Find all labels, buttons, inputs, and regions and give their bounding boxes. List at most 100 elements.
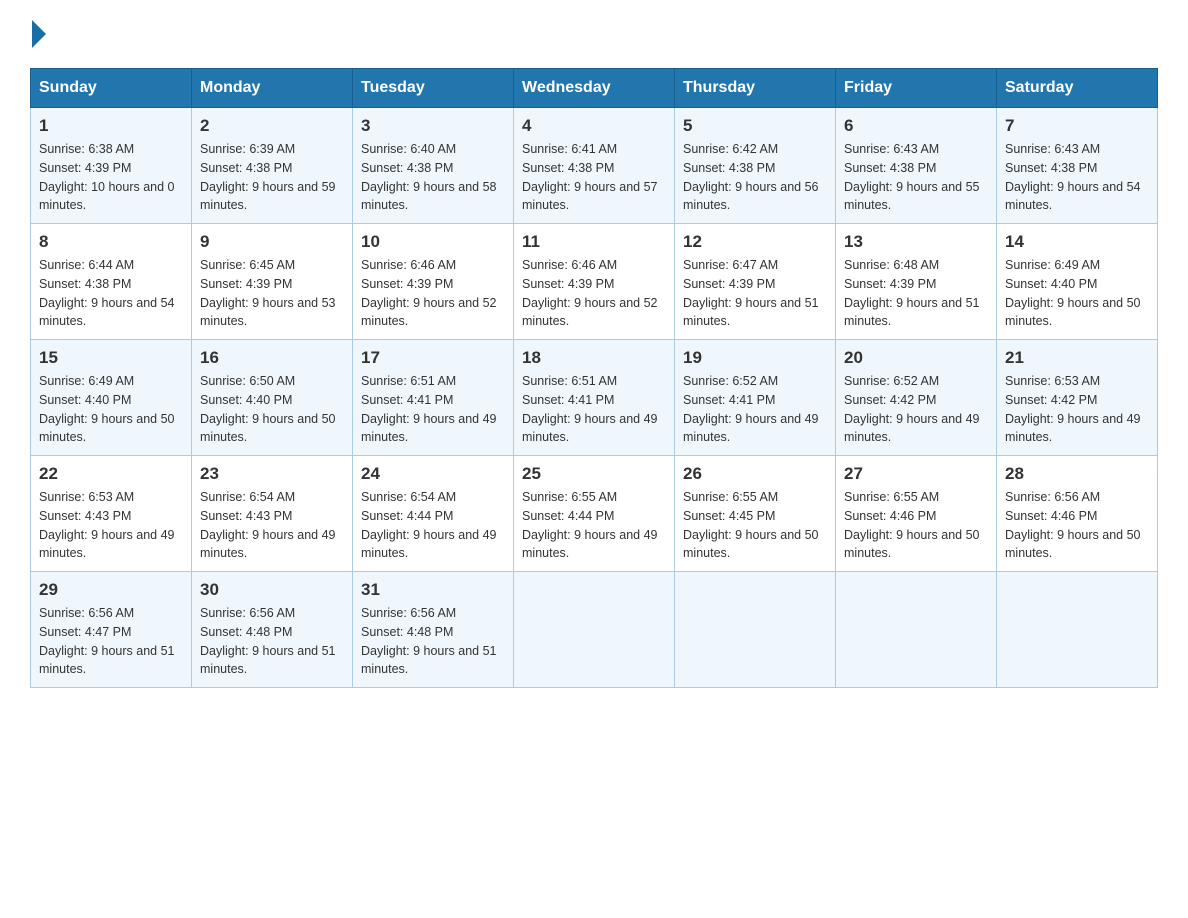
calendar-week-row: 8 Sunrise: 6:44 AM Sunset: 4:38 PM Dayli… [31, 224, 1158, 340]
weekday-header-monday: Monday [192, 69, 353, 108]
calendar-cell: 5 Sunrise: 6:42 AM Sunset: 4:38 PM Dayli… [675, 108, 836, 224]
calendar-cell: 16 Sunrise: 6:50 AM Sunset: 4:40 PM Dayl… [192, 340, 353, 456]
day-number: 11 [522, 232, 666, 252]
day-info: Sunrise: 6:54 AM Sunset: 4:43 PM Dayligh… [200, 488, 344, 563]
calendar-cell: 25 Sunrise: 6:55 AM Sunset: 4:44 PM Dayl… [514, 456, 675, 572]
calendar-cell: 24 Sunrise: 6:54 AM Sunset: 4:44 PM Dayl… [353, 456, 514, 572]
day-info: Sunrise: 6:56 AM Sunset: 4:47 PM Dayligh… [39, 604, 183, 679]
calendar-cell: 28 Sunrise: 6:56 AM Sunset: 4:46 PM Dayl… [997, 456, 1158, 572]
calendar-week-row: 29 Sunrise: 6:56 AM Sunset: 4:47 PM Dayl… [31, 572, 1158, 688]
day-info: Sunrise: 6:40 AM Sunset: 4:38 PM Dayligh… [361, 140, 505, 215]
calendar-cell: 10 Sunrise: 6:46 AM Sunset: 4:39 PM Dayl… [353, 224, 514, 340]
logo [30, 20, 48, 48]
calendar-cell: 8 Sunrise: 6:44 AM Sunset: 4:38 PM Dayli… [31, 224, 192, 340]
calendar-cell: 23 Sunrise: 6:54 AM Sunset: 4:43 PM Dayl… [192, 456, 353, 572]
calendar-cell: 18 Sunrise: 6:51 AM Sunset: 4:41 PM Dayl… [514, 340, 675, 456]
page-header [30, 20, 1158, 48]
day-number: 8 [39, 232, 183, 252]
day-info: Sunrise: 6:43 AM Sunset: 4:38 PM Dayligh… [844, 140, 988, 215]
calendar-week-row: 22 Sunrise: 6:53 AM Sunset: 4:43 PM Dayl… [31, 456, 1158, 572]
day-info: Sunrise: 6:48 AM Sunset: 4:39 PM Dayligh… [844, 256, 988, 331]
day-info: Sunrise: 6:56 AM Sunset: 4:48 PM Dayligh… [361, 604, 505, 679]
day-number: 29 [39, 580, 183, 600]
day-info: Sunrise: 6:53 AM Sunset: 4:43 PM Dayligh… [39, 488, 183, 563]
calendar-cell: 3 Sunrise: 6:40 AM Sunset: 4:38 PM Dayli… [353, 108, 514, 224]
calendar-cell [836, 572, 997, 688]
calendar-cell [675, 572, 836, 688]
day-number: 30 [200, 580, 344, 600]
weekday-header-thursday: Thursday [675, 69, 836, 108]
calendar-cell: 1 Sunrise: 6:38 AM Sunset: 4:39 PM Dayli… [31, 108, 192, 224]
weekday-header-wednesday: Wednesday [514, 69, 675, 108]
calendar-cell [997, 572, 1158, 688]
day-number: 13 [844, 232, 988, 252]
logo-triangle-icon [32, 20, 46, 48]
calendar-cell: 29 Sunrise: 6:56 AM Sunset: 4:47 PM Dayl… [31, 572, 192, 688]
day-number: 31 [361, 580, 505, 600]
calendar-cell: 7 Sunrise: 6:43 AM Sunset: 4:38 PM Dayli… [997, 108, 1158, 224]
day-number: 17 [361, 348, 505, 368]
calendar-week-row: 1 Sunrise: 6:38 AM Sunset: 4:39 PM Dayli… [31, 108, 1158, 224]
calendar-week-row: 15 Sunrise: 6:49 AM Sunset: 4:40 PM Dayl… [31, 340, 1158, 456]
day-info: Sunrise: 6:41 AM Sunset: 4:38 PM Dayligh… [522, 140, 666, 215]
calendar-cell: 9 Sunrise: 6:45 AM Sunset: 4:39 PM Dayli… [192, 224, 353, 340]
calendar-header: SundayMondayTuesdayWednesdayThursdayFrid… [31, 69, 1158, 108]
calendar-cell: 11 Sunrise: 6:46 AM Sunset: 4:39 PM Dayl… [514, 224, 675, 340]
day-number: 12 [683, 232, 827, 252]
day-number: 15 [39, 348, 183, 368]
day-info: Sunrise: 6:51 AM Sunset: 4:41 PM Dayligh… [522, 372, 666, 447]
day-number: 19 [683, 348, 827, 368]
day-number: 4 [522, 116, 666, 136]
day-number: 2 [200, 116, 344, 136]
day-number: 3 [361, 116, 505, 136]
weekday-header-row: SundayMondayTuesdayWednesdayThursdayFrid… [31, 69, 1158, 108]
calendar-cell: 26 Sunrise: 6:55 AM Sunset: 4:45 PM Dayl… [675, 456, 836, 572]
calendar-cell: 22 Sunrise: 6:53 AM Sunset: 4:43 PM Dayl… [31, 456, 192, 572]
day-info: Sunrise: 6:42 AM Sunset: 4:38 PM Dayligh… [683, 140, 827, 215]
calendar-body: 1 Sunrise: 6:38 AM Sunset: 4:39 PM Dayli… [31, 108, 1158, 688]
calendar-cell: 13 Sunrise: 6:48 AM Sunset: 4:39 PM Dayl… [836, 224, 997, 340]
day-info: Sunrise: 6:54 AM Sunset: 4:44 PM Dayligh… [361, 488, 505, 563]
calendar-table: SundayMondayTuesdayWednesdayThursdayFrid… [30, 68, 1158, 688]
calendar-cell: 21 Sunrise: 6:53 AM Sunset: 4:42 PM Dayl… [997, 340, 1158, 456]
day-info: Sunrise: 6:44 AM Sunset: 4:38 PM Dayligh… [39, 256, 183, 331]
calendar-cell: 12 Sunrise: 6:47 AM Sunset: 4:39 PM Dayl… [675, 224, 836, 340]
day-info: Sunrise: 6:45 AM Sunset: 4:39 PM Dayligh… [200, 256, 344, 331]
day-number: 20 [844, 348, 988, 368]
day-number: 26 [683, 464, 827, 484]
day-number: 27 [844, 464, 988, 484]
calendar-cell: 31 Sunrise: 6:56 AM Sunset: 4:48 PM Dayl… [353, 572, 514, 688]
day-number: 6 [844, 116, 988, 136]
day-info: Sunrise: 6:55 AM Sunset: 4:46 PM Dayligh… [844, 488, 988, 563]
day-number: 14 [1005, 232, 1149, 252]
calendar-cell: 2 Sunrise: 6:39 AM Sunset: 4:38 PM Dayli… [192, 108, 353, 224]
day-number: 5 [683, 116, 827, 136]
day-number: 9 [200, 232, 344, 252]
day-info: Sunrise: 6:50 AM Sunset: 4:40 PM Dayligh… [200, 372, 344, 447]
day-number: 1 [39, 116, 183, 136]
calendar-cell: 27 Sunrise: 6:55 AM Sunset: 4:46 PM Dayl… [836, 456, 997, 572]
day-info: Sunrise: 6:49 AM Sunset: 4:40 PM Dayligh… [1005, 256, 1149, 331]
day-number: 24 [361, 464, 505, 484]
day-number: 18 [522, 348, 666, 368]
day-info: Sunrise: 6:56 AM Sunset: 4:48 PM Dayligh… [200, 604, 344, 679]
day-info: Sunrise: 6:52 AM Sunset: 4:42 PM Dayligh… [844, 372, 988, 447]
weekday-header-sunday: Sunday [31, 69, 192, 108]
day-info: Sunrise: 6:43 AM Sunset: 4:38 PM Dayligh… [1005, 140, 1149, 215]
calendar-cell: 30 Sunrise: 6:56 AM Sunset: 4:48 PM Dayl… [192, 572, 353, 688]
day-number: 23 [200, 464, 344, 484]
day-info: Sunrise: 6:46 AM Sunset: 4:39 PM Dayligh… [361, 256, 505, 331]
day-info: Sunrise: 6:39 AM Sunset: 4:38 PM Dayligh… [200, 140, 344, 215]
day-info: Sunrise: 6:38 AM Sunset: 4:39 PM Dayligh… [39, 140, 183, 215]
day-info: Sunrise: 6:52 AM Sunset: 4:41 PM Dayligh… [683, 372, 827, 447]
weekday-header-saturday: Saturday [997, 69, 1158, 108]
day-info: Sunrise: 6:47 AM Sunset: 4:39 PM Dayligh… [683, 256, 827, 331]
day-number: 10 [361, 232, 505, 252]
day-info: Sunrise: 6:49 AM Sunset: 4:40 PM Dayligh… [39, 372, 183, 447]
day-number: 22 [39, 464, 183, 484]
day-number: 16 [200, 348, 344, 368]
calendar-cell: 4 Sunrise: 6:41 AM Sunset: 4:38 PM Dayli… [514, 108, 675, 224]
weekday-header-friday: Friday [836, 69, 997, 108]
calendar-cell: 15 Sunrise: 6:49 AM Sunset: 4:40 PM Dayl… [31, 340, 192, 456]
day-info: Sunrise: 6:56 AM Sunset: 4:46 PM Dayligh… [1005, 488, 1149, 563]
